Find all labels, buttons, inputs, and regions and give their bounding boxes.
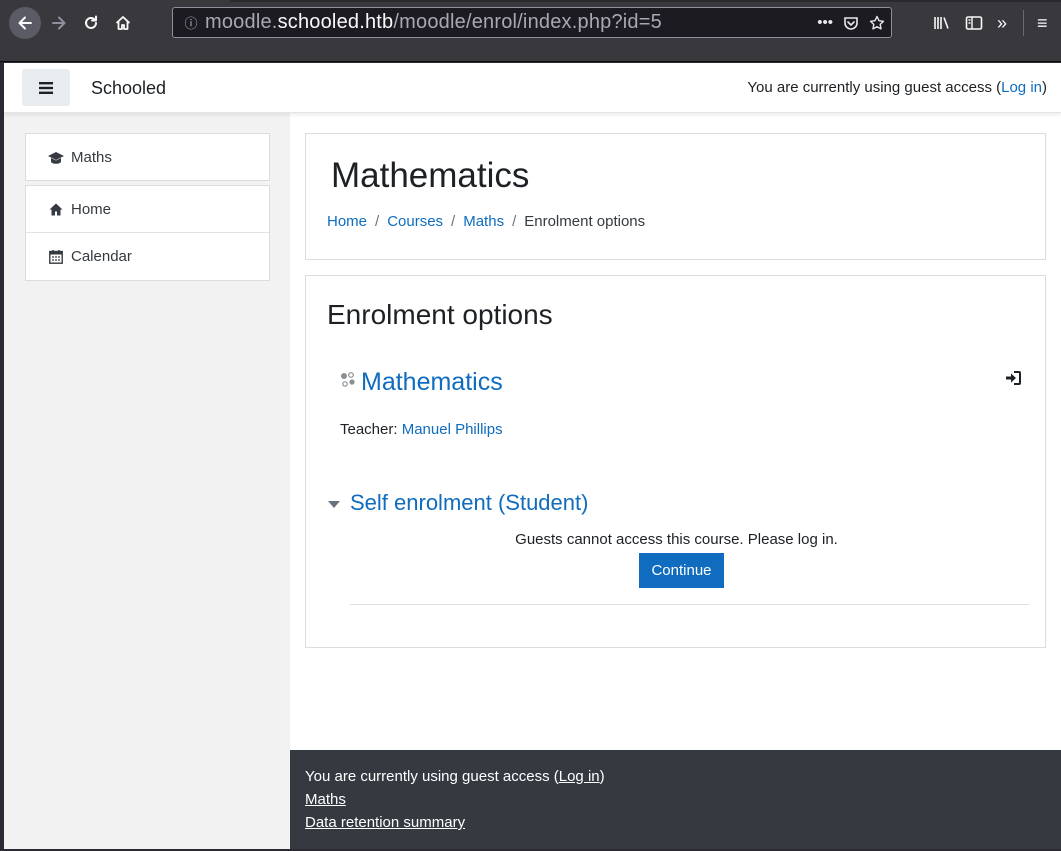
login-link[interactable]: Log in <box>1001 79 1042 96</box>
arrow-right-icon <box>52 16 66 30</box>
site-navbar: Schooled You are currently using guest a… <box>4 63 1061 113</box>
enrolment-heading: Enrolment options <box>327 299 553 330</box>
arrow-left-icon <box>18 16 32 30</box>
back-button[interactable] <box>9 7 41 39</box>
breadcrumb-home[interactable]: Home <box>327 213 367 230</box>
footer-guest-notice: You are currently using guest access (Lo… <box>305 768 605 785</box>
breadcrumb-separator: / <box>375 213 380 230</box>
info-icon[interactable]: ⓘ <box>177 13 205 32</box>
self-enrolment-toggle[interactable]: Self enrolment (Student) <box>328 490 588 516</box>
caret-down-icon <box>328 500 340 508</box>
bookmark-star-icon[interactable] <box>869 15 885 31</box>
nav-item-label: Calendar <box>71 248 132 265</box>
breadcrumb: Home / Courses / Maths / Enrolment optio… <box>327 213 645 230</box>
page-footer: You are currently using guest access (Lo… <box>290 750 1061 849</box>
breadcrumb-separator: / <box>451 213 456 230</box>
calendar-icon <box>47 249 65 264</box>
reload-icon <box>85 15 97 29</box>
self-enrolment-title: Self enrolment (Student) <box>350 490 589 515</box>
enrol-sign-in-icon[interactable] <box>1005 371 1021 389</box>
breadcrumb-separator: / <box>512 213 517 230</box>
browser-toolbar: ⓘ moodle.schooled.htb/moodle/enrol/index… <box>0 0 1061 62</box>
page-actions-icon[interactable]: ••• <box>817 14 833 31</box>
overflow-icon[interactable]: » <box>997 12 1007 34</box>
divider <box>350 604 1029 605</box>
reload-button[interactable] <box>76 8 106 38</box>
main-region: Mathematics Home / Courses / Maths / Enr… <box>290 113 1061 750</box>
home-icon <box>115 16 131 30</box>
url-bar[interactable]: ⓘ moodle.schooled.htb/moodle/enrol/index… <box>172 7 892 38</box>
page: Schooled You are currently using guest a… <box>4 63 1061 849</box>
sidebar-icon[interactable] <box>965 12 983 34</box>
guest-message: Guests cannot access this course. Please… <box>515 531 838 548</box>
pocket-icon[interactable] <box>843 15 859 31</box>
nav-item-home[interactable]: Home <box>26 186 269 233</box>
hamburger-menu-icon[interactable]: ≡ <box>1037 12 1048 34</box>
course-category-icon <box>339 371 357 389</box>
teacher-info: Teacher: Manuel Phillips <box>340 421 503 438</box>
forward-button[interactable] <box>44 8 74 38</box>
site-nav-card: Home Calendar <box>25 185 270 281</box>
bars-icon <box>39 81 53 94</box>
breadcrumb-current: Enrolment options <box>524 213 646 230</box>
enrolment-card: Enrolment options Mathematics Teacher: M… <box>305 275 1046 648</box>
url-text[interactable]: moodle.schooled.htb/moodle/enrol/index.p… <box>205 11 662 34</box>
url-actions: ••• <box>817 8 885 37</box>
footer-login-link[interactable]: Log in <box>559 768 600 785</box>
footer-maths-link[interactable]: Maths <box>305 791 346 808</box>
toolbar-separator <box>1023 10 1024 36</box>
page-title: Mathematics <box>331 156 530 195</box>
continue-button[interactable]: Continue <box>639 553 724 588</box>
nav-item-calendar[interactable]: Calendar <box>26 233 269 280</box>
data-retention-link[interactable]: Data retention summary <box>305 814 465 831</box>
nav-item-label: Home <box>71 200 112 218</box>
page-header-card: Mathematics Home / Courses / Maths / Enr… <box>305 133 1046 260</box>
drawer-toggle-button[interactable] <box>22 69 70 106</box>
home-button[interactable] <box>108 8 138 38</box>
nav-item-maths[interactable]: Maths <box>26 134 269 181</box>
nav-item-label: Maths <box>71 149 112 166</box>
nav-drawer: Maths Home Calendar <box>4 113 290 849</box>
course-nav-card: Maths <box>25 133 270 181</box>
guest-access-notice: You are currently using guest access (Lo… <box>747 79 1047 96</box>
library-icon[interactable] <box>933 12 951 34</box>
home-icon <box>47 203 65 216</box>
graduation-cap-icon <box>47 151 65 165</box>
tab-strip <box>230 0 1061 2</box>
course-name-link[interactable]: Mathematics <box>361 368 503 397</box>
site-brand[interactable]: Schooled <box>91 78 166 99</box>
breadcrumb-courses[interactable]: Courses <box>387 213 443 230</box>
breadcrumb-maths[interactable]: Maths <box>463 213 504 230</box>
teacher-link[interactable]: Manuel Phillips <box>402 421 503 438</box>
